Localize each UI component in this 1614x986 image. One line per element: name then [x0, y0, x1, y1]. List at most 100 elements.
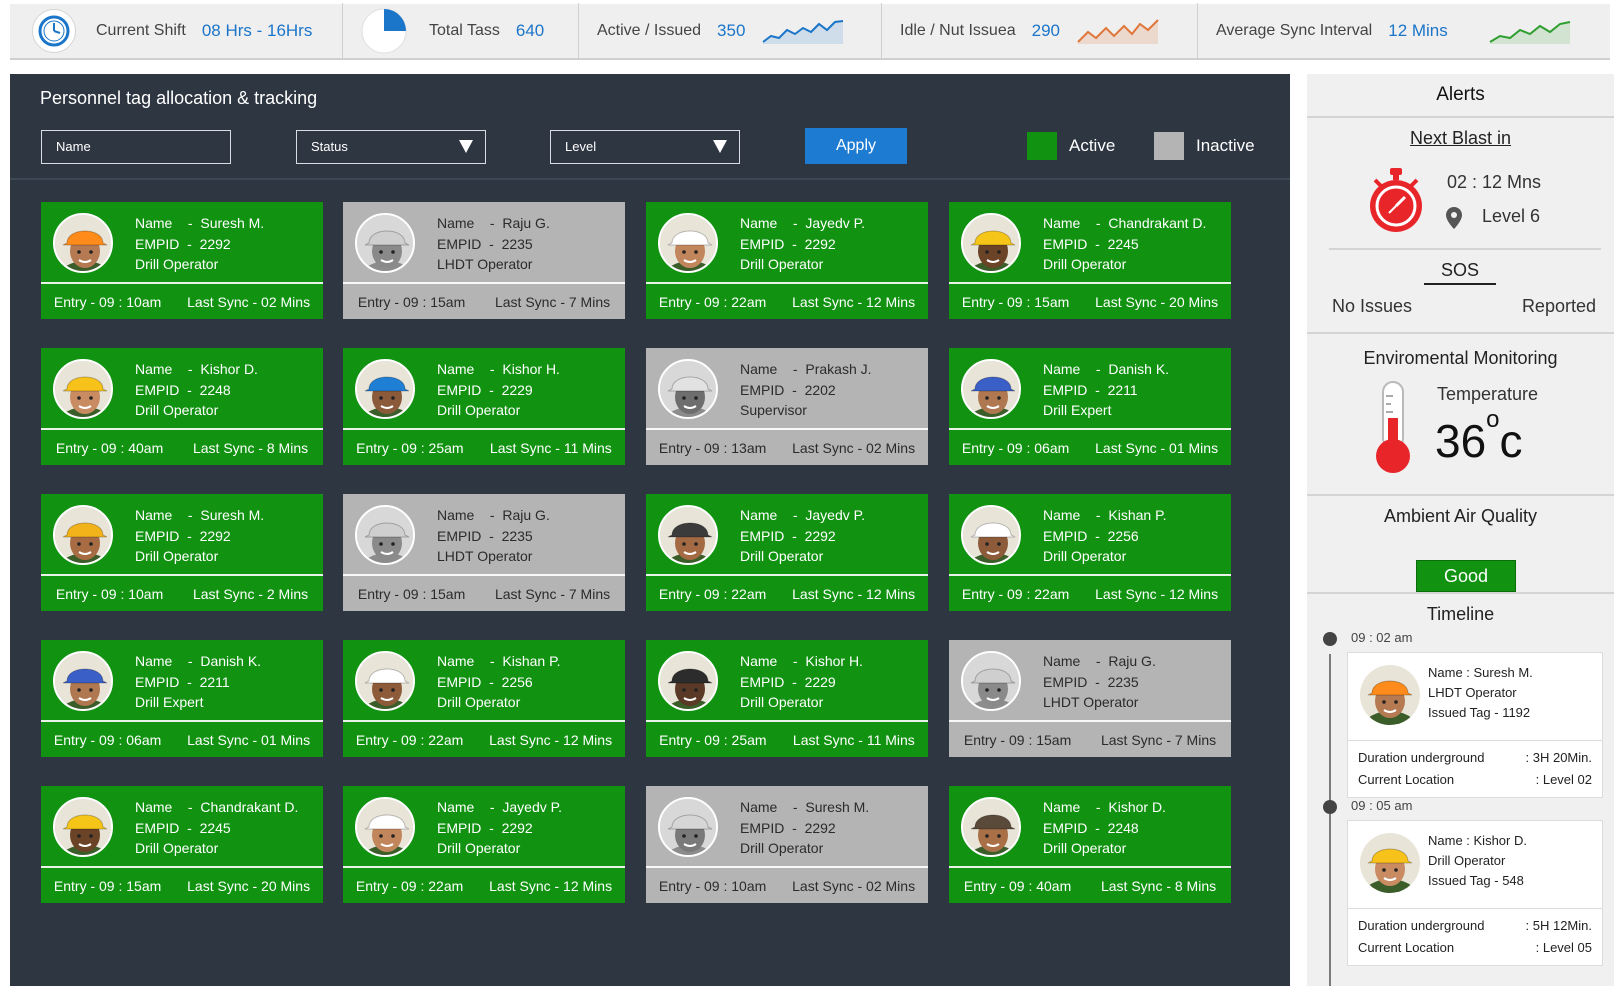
name-filter-input[interactable]: Name — [41, 130, 231, 164]
personnel-card[interactable]: Name - Raju G. EMPID - 2235 LHDT Operator E… — [343, 494, 625, 611]
empid-label: EMPID — [1043, 235, 1088, 252]
name-label: Name — [437, 653, 475, 669]
card-name-row: Name - Raju G. — [1043, 651, 1156, 672]
entry-time: Entry - 09 : 06am — [53, 731, 162, 748]
name-label: Name — [1043, 799, 1081, 815]
card-empid-row: EMPID - 2235 — [437, 234, 550, 255]
personnel-card[interactable]: Name - Jayedv P. EMPID - 2292 Drill Operat… — [646, 494, 928, 611]
entry-time: Entry - 09 : 15am — [963, 731, 1072, 748]
legend-active: Active — [1027, 132, 1115, 160]
dash: - — [1095, 799, 1101, 815]
worker-role: Drill Operator — [740, 840, 824, 856]
level-dropdown[interactable]: Level — [550, 130, 740, 164]
personnel-card[interactable]: Name - Prakash J. EMPID - 2202 Supervisor E… — [646, 348, 928, 465]
divider — [1307, 592, 1614, 594]
apply-button[interactable]: Apply — [805, 128, 907, 164]
filter-bar: Name Status Level Apply Active Inactive — [10, 118, 1290, 180]
card-footer: Entry - 09 : 06am Last Sync - 01 Mins — [41, 722, 323, 757]
name-label: Name — [135, 653, 173, 669]
card-empid-row: EMPID - 2229 — [740, 672, 863, 693]
personnel-card[interactable]: Name - Jayedv P. EMPID - 2292 Drill Operat… — [646, 202, 928, 319]
worker-role: Drill Operator — [135, 256, 219, 272]
dash: - — [1095, 381, 1100, 398]
status-dropdown[interactable]: Status — [296, 130, 486, 164]
card-info: Name - Kishor D. EMPID - 2248 Drill Operat… — [1043, 797, 1166, 859]
personnel-card[interactable]: Name - Jayedv P. EMPID - 2292 Drill Operat… — [343, 786, 625, 903]
entry-time: Entry - 09 : 10am — [53, 293, 162, 310]
legend-active-swatch — [1027, 132, 1057, 160]
timeline-card-info: Name : Kishor D. Drill Operator Issued Tag… — [1428, 831, 1527, 891]
personnel-card[interactable]: Name - Suresh M. EMPID - 2292 Drill Operat… — [41, 494, 323, 611]
entry-time: Entry - 09 : 15am — [357, 293, 466, 310]
worker-role: Drill Operator — [437, 694, 521, 710]
card-empid-row: EMPID - 2235 — [1043, 672, 1156, 693]
personnel-card[interactable]: Name - Raju G. EMPID - 2235 LHDT Operator E… — [343, 202, 625, 319]
personnel-card[interactable]: Name - Danish K. EMPID - 2211 Drill Expert… — [949, 348, 1231, 465]
card-info: Name - Kishor H. EMPID - 2229 Drill Operat… — [437, 359, 560, 421]
card-empid-row: EMPID - 2292 — [437, 818, 562, 839]
worker-role: Drill Operator — [437, 402, 521, 418]
dash: - — [1095, 215, 1101, 231]
caret-down-icon — [713, 140, 727, 153]
card-footer: Entry - 09 : 06am Last Sync - 01 Mins — [949, 430, 1231, 465]
personnel-panel: Personnel tag allocation & tracking Name… — [10, 74, 1290, 986]
personnel-card[interactable]: Name - Chandrakant D. EMPID - 2245 Drill O… — [41, 786, 323, 903]
card-empid-row: EMPID - 2256 — [1043, 526, 1167, 547]
worker-name: Jayedv P. — [805, 507, 866, 523]
personnel-card[interactable]: Name - Suresh M. EMPID - 2292 Drill Operat… — [646, 786, 928, 903]
card-info: Name - Raju G. EMPID - 2235 LHDT Operator — [437, 213, 550, 275]
personnel-card[interactable]: Name - Kishor D. EMPID - 2248 Drill Operat… — [41, 348, 323, 465]
entry-time: Entry - 09 : 15am — [357, 585, 466, 602]
card-name-row: Name - Raju G. — [437, 213, 550, 234]
timeline-card[interactable]: Name : Suresh M. LHDT Operator Issued Tag … — [1347, 652, 1603, 798]
legend-active-label: Active — [1069, 136, 1116, 155]
card-empid-row: EMPID - 2248 — [1043, 818, 1166, 839]
last-sync: Last Sync - 02 Mins — [792, 439, 916, 456]
personnel-card[interactable]: Name - Kishor D. EMPID - 2248 Drill Operat… — [949, 786, 1231, 903]
dash: - — [1095, 673, 1100, 690]
worker-name: Jayedv P. — [502, 799, 563, 815]
worker-avatar — [961, 651, 1021, 711]
card-empid-row: EMPID - 2292 — [135, 234, 264, 255]
active-sparkline — [762, 20, 844, 44]
name-label: Name — [1043, 653, 1081, 669]
name-label: Name — [135, 799, 173, 815]
card-info: Name - Jayedv P. EMPID - 2292 Drill Operat… — [740, 505, 865, 567]
dash: - — [489, 507, 495, 523]
personnel-card[interactable]: Name - Danish K. EMPID - 2211 Drill Expert… — [41, 640, 323, 757]
card-empid-row: EMPID - 2292 — [135, 526, 264, 547]
personnel-card[interactable]: Name - Suresh M. EMPID - 2292 Drill Operat… — [41, 202, 323, 319]
worker-avatar — [658, 651, 718, 711]
divider — [1329, 248, 1601, 250]
worker-name: Chandrakant D. — [1108, 215, 1207, 231]
worker-role: LHDT Operator — [437, 256, 533, 272]
legend-inactive-label: Inactive — [1196, 136, 1255, 155]
dash: - — [792, 673, 797, 690]
stopwatch-icon — [1370, 168, 1422, 232]
worker-name: Raju G. — [1108, 653, 1156, 669]
card-name-row: Name - Kishan P. — [437, 651, 561, 672]
card-empid-row: EMPID - 2292 — [740, 234, 865, 255]
location-value: : Level 02 — [1535, 772, 1592, 787]
personnel-card[interactable]: Name - Kishan P. EMPID - 2256 Drill Operat… — [343, 640, 625, 757]
personnel-card[interactable]: Name - Kishor H. EMPID - 2229 Drill Operat… — [343, 348, 625, 465]
dash: - — [1095, 527, 1100, 544]
thermometer-icon — [1376, 381, 1410, 473]
worker-name: Raju G. — [502, 215, 550, 231]
empid-label: EMPID — [437, 235, 482, 252]
personnel-card[interactable]: Name - Chandrakant D. EMPID - 2245 Drill O… — [949, 202, 1231, 319]
personnel-card[interactable]: Name - Raju G. EMPID - 2235 LHDT Operator E… — [949, 640, 1231, 757]
worker-name: Jayedv P. — [805, 215, 866, 231]
timeline-time: 09 : 05 am — [1351, 798, 1413, 813]
timeline-card-info: Name : Suresh M. LHDT Operator Issued Tag … — [1428, 663, 1533, 723]
card-info: Name - Raju G. EMPID - 2235 LHDT Operator — [437, 505, 550, 567]
personnel-card[interactable]: Name - Kishan P. EMPID - 2256 Drill Operat… — [949, 494, 1231, 611]
timeline-card[interactable]: Name : Kishor D. Drill Operator Issued Tag… — [1347, 820, 1603, 966]
entry-time: Entry - 09 : 40am — [963, 877, 1072, 894]
stat-current-shift: Current Shift 08 Hrs - 16Hrs — [10, 3, 343, 59]
card-empid-row: EMPID - 2256 — [437, 672, 561, 693]
sync-sparkline — [1489, 21, 1570, 44]
worker-avatar — [961, 359, 1021, 419]
personnel-card[interactable]: Name - Kishor H. EMPID - 2229 Drill Operat… — [646, 640, 928, 757]
worker-name: Kishor H. — [502, 361, 560, 377]
